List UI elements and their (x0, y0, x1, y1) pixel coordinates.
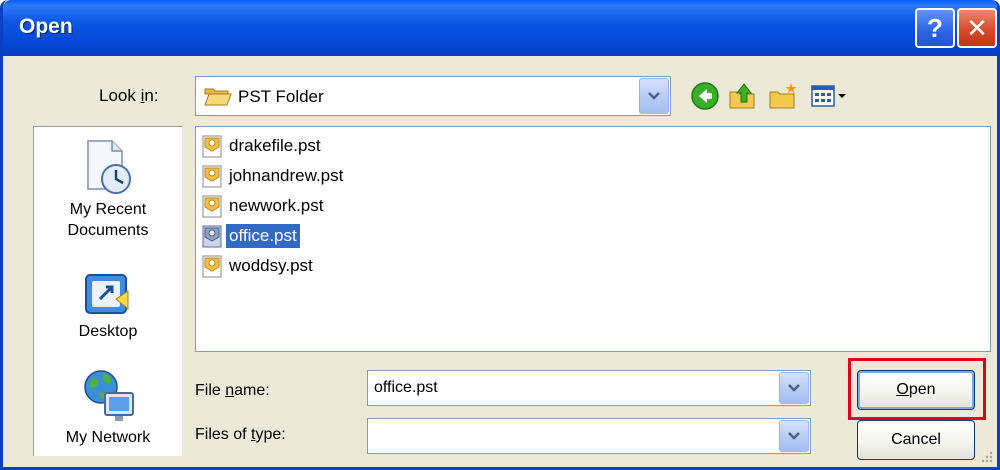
folder-open-icon (204, 88, 232, 106)
back-icon[interactable] (689, 80, 721, 112)
file-name-dropdown-button[interactable] (779, 372, 809, 404)
open-dialog: Open ? ✕ Look in: PST Folder My Recent D… (0, 0, 1000, 470)
chevron-down-icon (788, 432, 800, 440)
place-my-recent-documents[interactable]: My Recent Documents (34, 137, 182, 241)
view-menu-icon[interactable] (809, 80, 849, 112)
pst-file-icon (202, 165, 222, 188)
look-in-value: PST Folder (238, 87, 324, 106)
dialog-title: Open (19, 15, 73, 38)
look-in-label: Look in: (99, 86, 159, 105)
new-folder-icon[interactable] (767, 80, 799, 112)
close-button[interactable]: ✕ (957, 8, 997, 48)
cancel-button[interactable]: Cancel (857, 420, 975, 460)
file-name-label: File name: (195, 382, 270, 399)
chevron-down-icon (788, 384, 800, 392)
help-button[interactable]: ? (915, 8, 955, 48)
files-of-type-label: Files of type: (195, 426, 286, 443)
file-item-office[interactable]: office.pst (200, 221, 300, 251)
up-folder-icon[interactable] (727, 80, 759, 112)
file-name-input[interactable]: office.pst (367, 370, 811, 406)
look-in-dropdown-button[interactable] (639, 78, 669, 114)
resize-grip-icon[interactable] (979, 449, 993, 463)
pst-file-icon (202, 195, 222, 218)
file-item-woddsy[interactable]: woddsy.pst (200, 251, 316, 281)
pst-file-icon (202, 225, 222, 248)
places-bar: My Recent Documents Desktop My Network (33, 126, 183, 456)
close-icon: ✕ (966, 12, 988, 43)
files-of-type-select[interactable] (367, 418, 811, 454)
file-list[interactable]: drakefile.pst johnandrew.pst newwork.pst (195, 126, 991, 352)
file-name-value: office.pst (374, 379, 438, 396)
network-icon (84, 370, 134, 421)
recent-documents-icon (87, 140, 131, 194)
desktop-icon (85, 274, 129, 314)
place-desktop[interactable]: Desktop (34, 269, 182, 342)
file-item-drakefile[interactable]: drakefile.pst (200, 131, 324, 161)
file-item-newwork[interactable]: newwork.pst (200, 191, 326, 221)
place-my-network[interactable]: My Network (34, 365, 182, 448)
chevron-down-icon (648, 92, 660, 100)
files-of-type-dropdown-button[interactable] (779, 420, 809, 452)
file-item-johnandrew[interactable]: johnandrew.pst (200, 161, 346, 191)
pst-file-icon (202, 135, 222, 158)
title-bar[interactable]: Open ? ✕ (3, 0, 997, 56)
help-icon: ? (927, 12, 943, 43)
pst-file-icon (202, 255, 222, 278)
open-button[interactable]: Open (857, 370, 975, 410)
look-in-select[interactable]: PST Folder (195, 76, 671, 116)
